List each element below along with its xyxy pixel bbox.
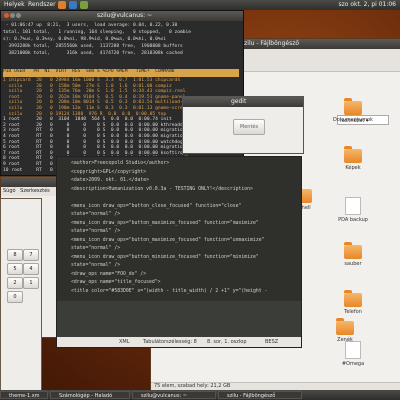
close-icon[interactable] xyxy=(4,13,9,18)
code-line: <date>2009. okt. 01.</date> xyxy=(71,178,149,183)
calc-key-2[interactable]: 2 xyxy=(7,277,23,289)
task-calculator[interactable]: Számológép - Haladó xyxy=(50,391,130,399)
terminal-titlebar[interactable]: szilu@vulcanus: ~ xyxy=(1,11,243,21)
folder-icon xyxy=(336,318,354,335)
calc-key-4[interactable]: 4 xyxy=(23,263,39,275)
terminal-line: 3993288k total, 2855560k used, 1137288 f… xyxy=(3,44,183,49)
task-file-manager[interactable]: szilu - Fájlböngésző xyxy=(218,391,302,399)
task-theme-file[interactable]: theme-1.xm xyxy=(0,391,48,399)
folder-icon xyxy=(344,242,362,259)
file-item[interactable]: Dokumentumok xyxy=(331,98,375,123)
file-item[interactable]: Zenék xyxy=(323,318,367,343)
file-item[interactable]: #Omega xyxy=(331,341,375,367)
file-item-label: Telefon xyxy=(344,309,362,315)
process-row: szilu 20 0 190m 12m 11m S 0.3 0.3 0:01.1… xyxy=(3,106,200,111)
panel-clock[interactable]: szo okt. 2, pi 01:06 xyxy=(339,1,396,8)
process-row: szilu 20 0 158m 50m 27m S 1.0 1.6 0:01.0… xyxy=(3,83,172,89)
code-line: state="normal" /> xyxy=(71,229,121,234)
code-line: state="normal" /> xyxy=(71,212,121,217)
process-row: 3 root RT 0 0 0 0 S 0.0 0.0 0:00.00 migr… xyxy=(3,128,192,134)
document-icon xyxy=(345,197,361,215)
terminal-window-buttons xyxy=(4,13,22,19)
code-line: <draw_ops name="FOO_do" /> xyxy=(71,271,147,277)
mail-launcher-icon[interactable] xyxy=(69,1,77,9)
language-selector[interactable]: XML xyxy=(119,339,130,345)
terminal-line: - 01:06:47 up 8:21, 3 users, load averag… xyxy=(3,23,178,28)
code-line: <menu_icon draw_ops="button_maximize_foc… xyxy=(71,220,259,226)
file-item-label: sauber xyxy=(344,261,362,267)
code-editor[interactable]: <author>Freecopold Studio</author> <copyr… xyxy=(57,157,301,301)
calc-key-0[interactable]: 0 xyxy=(7,291,23,303)
file-item[interactable]: PDA backup xyxy=(331,197,375,223)
file-item-label: Képek xyxy=(345,165,361,171)
top-table-header: PID USER PR NI VIRT RES SHR S %CPU %MEM … xyxy=(3,69,239,77)
code-line: <title color="#583D0E" x="(width - title… xyxy=(71,288,268,294)
calc-key-1[interactable]: 1 xyxy=(23,277,39,289)
menu-system[interactable]: Rendszer xyxy=(28,1,56,8)
terminal-line: s): 0.7%us, 0.3%sy, 0.0%ni, 98.9%id, 0.0… xyxy=(3,37,167,42)
save-dialog: gedit Mentés xyxy=(182,96,304,154)
process-row: szilu 20 0 208m 10m 8014 S 0.5 0.3 0:03.… xyxy=(3,100,197,106)
process-row: 1 chipcard 20 0 28984 16m 1000 S 3.3 0.7… xyxy=(3,78,181,83)
save-dialog-titlebar[interactable]: gedit xyxy=(183,97,303,107)
file-manager-status-text: 75 elem, szabad hely: 21,2 GB xyxy=(154,383,231,389)
save-dialog-title: gedit xyxy=(231,98,247,105)
process-row: szilu 20 0 19124 1380 976 R 0.0 0.0 0:00… xyxy=(3,111,167,117)
process-row: 5 root RT 0 0 0 0 S 0.0 0.0 0:00.00 watc… xyxy=(3,139,189,145)
code-line: <menu_icon draw_ops="button_maximize_foc… xyxy=(71,237,265,243)
process-row: 4 root RT 0 0 0 0 S 0.0 0.0 0:00.00 migr… xyxy=(3,134,192,139)
save-button[interactable]: Mentés xyxy=(233,119,265,135)
gedit-statusbar: XML Tabulátorszélesség: 8 8. sor, 1. osz… xyxy=(57,337,301,347)
file-item[interactable]: sauber xyxy=(331,242,375,267)
code-line: <menu_icon draw_ops="button_minimize_foc… xyxy=(71,254,259,260)
cursor-position: 8. sor, 1. oszlop xyxy=(207,339,247,345)
menu-places[interactable]: Helyek xyxy=(4,1,25,8)
maximize-icon[interactable] xyxy=(16,13,21,18)
code-line: <draw_ops name="title_focused"> xyxy=(71,280,161,285)
calc-key-5[interactable]: 5 xyxy=(7,263,23,275)
minimize-icon[interactable] xyxy=(10,13,15,18)
code-line: <menu_icon draw_ops="button_close_focuse… xyxy=(71,203,242,209)
calc-key-7[interactable]: 7 xyxy=(23,249,39,261)
file-item-label: PDA backup xyxy=(338,217,368,223)
document-icon xyxy=(345,341,361,359)
code-line: state="normal" /> xyxy=(71,246,121,251)
folder-icon xyxy=(344,290,362,307)
menu-edit[interactable]: Szerkesztés xyxy=(20,188,50,194)
menu-help[interactable]: Súgó xyxy=(3,188,16,194)
terminal-title: szilu@vulcanus: ~ xyxy=(97,12,153,19)
gedit-window: <author>Freecopold Studio</author> <copyr… xyxy=(56,156,302,348)
tab-width-selector[interactable]: Tabulátorszélesség: 8 xyxy=(143,339,197,345)
task-terminal[interactable]: szilu@vulcanus: ~ xyxy=(132,391,216,399)
terminal-line: total, 101 total, 1 running, 164 sleepin… xyxy=(3,30,192,35)
process-row: 6 root RT 0 0 0 0 S 0.0 0.0 0:00.00 migr… xyxy=(3,145,192,151)
process-row: 1 root 20 0 3104 1840 564 S 0.0 0.0 0:00… xyxy=(3,117,172,123)
process-row: szilu 20 0 135m 76m 20m S 1.0 1.5 0:34.4… xyxy=(3,89,186,95)
code-line: <author>Freecopold Studio</author> xyxy=(71,161,170,166)
code-line: <description>Humanization v0.0.3a - TEST… xyxy=(71,186,253,192)
insert-mode: BESZ xyxy=(265,339,279,345)
bottom-taskbar: theme-1.xm Számológép - Haladó szilu@vul… xyxy=(0,390,400,400)
terminal-line: 3821000k total, 316k used, 4174720 free,… xyxy=(3,51,183,56)
file-item[interactable]: Telefon xyxy=(331,290,375,315)
calculator-window: 8 5 2 0 4 1 7 xyxy=(0,198,42,392)
app-launcher-icon[interactable] xyxy=(80,1,88,9)
code-line: <copyright>GPL</copyright> xyxy=(71,169,147,175)
calc-key-8[interactable]: 8 xyxy=(7,249,23,261)
folder-icon xyxy=(344,146,362,163)
file-item-label: #Omega xyxy=(341,361,365,367)
firefox-launcher-icon[interactable] xyxy=(58,1,66,9)
folder-icon xyxy=(344,98,362,115)
top-panel: Helyek Rendszer szo okt. 2, pi 01:06 xyxy=(0,0,400,10)
file-item-label: Dokumentumok xyxy=(333,117,373,123)
file-item[interactable]: Képek xyxy=(331,146,375,171)
code-line: state="normal" /> xyxy=(71,263,121,268)
file-manager-title: szilu - Fájlböngésző xyxy=(241,40,300,47)
